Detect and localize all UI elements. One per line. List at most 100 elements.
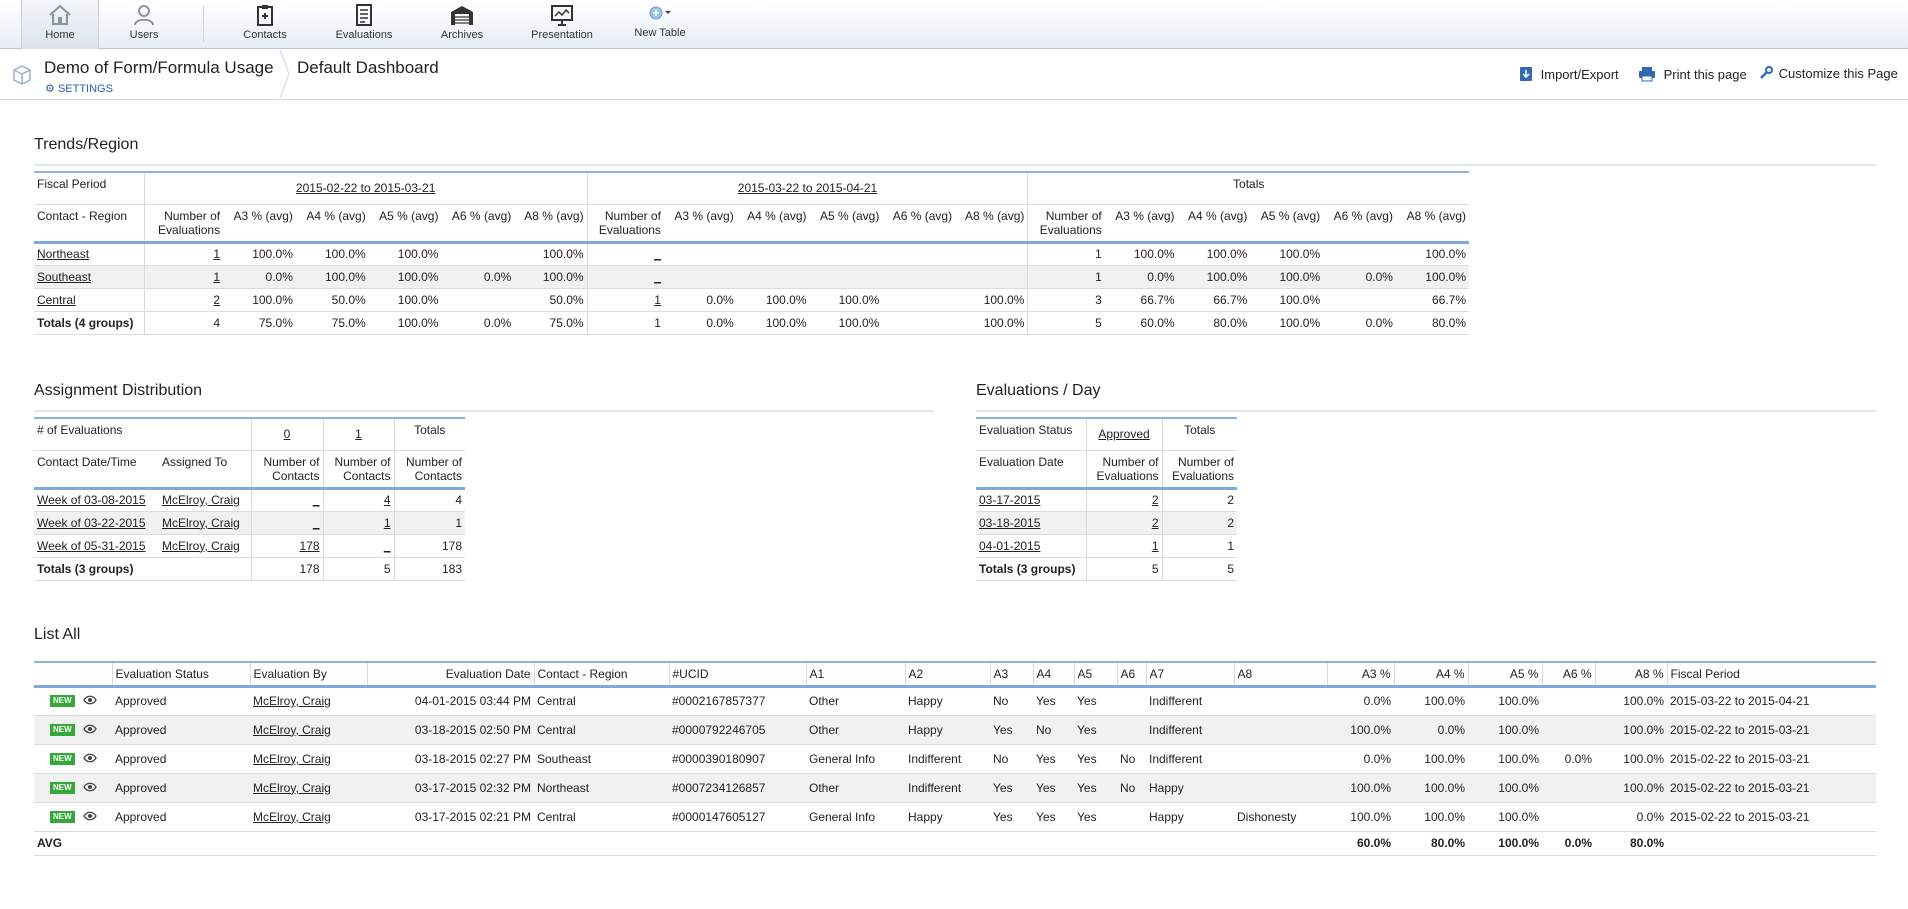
region-cell[interactable]: Northeast [34, 242, 144, 265]
count-cell[interactable]: 178 [250, 534, 323, 557]
week-link[interactable]: Week of 03-08-2015 [37, 493, 146, 507]
view-eye-icon[interactable] [82, 781, 97, 795]
count-cell[interactable]: 2 [1085, 511, 1162, 534]
trends-cell[interactable]: 2 [143, 288, 224, 311]
evaluator-link[interactable]: McElroy, Craig [253, 723, 331, 737]
list-col-header[interactable]: Contact - Region [533, 662, 669, 686]
view-eye-icon[interactable] [82, 694, 97, 708]
trends-cell[interactable]: 1 [143, 265, 224, 288]
date-cell[interactable]: 04-01-2015 [976, 534, 1086, 557]
settings-link[interactable]: ⚙ SETTINGS [45, 82, 113, 95]
date-link[interactable]: 03-17-2015 [979, 493, 1040, 507]
count-link[interactable]: _ [313, 493, 320, 507]
list-col-header[interactable]: A6 % [1541, 662, 1595, 686]
date-link[interactable]: 03-18-2015 [979, 516, 1040, 530]
list-col-header[interactable]: Evaluation By [249, 662, 367, 686]
region-cell[interactable]: Southeast [34, 265, 144, 288]
list-col-header[interactable]: A3 % [1326, 662, 1394, 686]
count-cell[interactable]: 1 [1085, 534, 1162, 557]
evaluator-link[interactable]: McElroy, Craig [253, 752, 331, 766]
list-col-header[interactable]: #UCID [668, 662, 806, 686]
list-col-header[interactable]: A8 [1233, 662, 1327, 686]
assigned-cell[interactable]: McElroy, Craig [159, 488, 251, 511]
trends-cell[interactable]: _ [586, 242, 664, 265]
list-cell[interactable]: McElroy, Craig [250, 744, 367, 773]
list-col-header[interactable]: A5 % [1467, 662, 1542, 686]
list-col-header[interactable]: Fiscal Period [1666, 662, 1876, 686]
assignee-link[interactable]: McElroy, Craig [162, 493, 240, 507]
count-link[interactable]: _ [313, 516, 320, 530]
list-col-header[interactable]: Evaluation Date [366, 662, 534, 686]
list-cell[interactable]: McElroy, Craig [250, 802, 367, 831]
count-link[interactable]: 1 [384, 516, 391, 530]
region-link[interactable]: Southeast [37, 270, 91, 284]
nav-evaluations[interactable]: Evaluations [323, 0, 405, 49]
assigned-cell[interactable]: McElroy, Craig [159, 534, 251, 557]
list-col-header[interactable]: A8 % [1594, 662, 1667, 686]
list-col-header[interactable]: A4 [1032, 662, 1074, 686]
eval-count-link[interactable]: 1 [213, 270, 220, 284]
date-cell[interactable]: 03-18-2015 [976, 511, 1086, 534]
eval-count-link[interactable]: 1 [654, 293, 661, 307]
approved-link[interactable]: Approved [1098, 427, 1149, 441]
list-col-header[interactable]: A3 [989, 662, 1033, 686]
evaluator-link[interactable]: McElroy, Craig [253, 781, 331, 795]
week-link[interactable]: Week of 03-22-2015 [37, 516, 146, 530]
period2-link[interactable]: 2015-03-22 to 2015-04-21 [738, 181, 877, 195]
count-link[interactable]: _ [384, 539, 391, 553]
nav-presentation[interactable]: Presentation [520, 0, 604, 49]
count-cell[interactable]: 2 [1085, 488, 1162, 511]
eval-count-link[interactable]: _ [654, 247, 661, 261]
list-cell[interactable]: McElroy, Craig [250, 773, 367, 802]
region-link[interactable]: Central [37, 293, 76, 307]
list-col-header[interactable]: A1 [805, 662, 905, 686]
region-cell[interactable]: Central [34, 288, 144, 311]
list-col-header[interactable]: Evaluation Status [111, 662, 250, 686]
trends-cell[interactable]: 1 [586, 288, 664, 311]
eval-count-link[interactable]: _ [654, 270, 661, 284]
count-1-link[interactable]: 1 [355, 427, 362, 441]
period1-link[interactable]: 2015-02-22 to 2015-03-21 [296, 181, 435, 195]
period1-header[interactable]: 2015-02-22 to 2015-03-21 [143, 172, 588, 204]
date-link[interactable]: 04-01-2015 [979, 539, 1040, 553]
view-eye-icon[interactable] [82, 810, 97, 824]
assignee-link[interactable]: McElroy, Craig [162, 539, 240, 553]
nav-home[interactable]: Home [21, 0, 99, 49]
date-cell[interactable]: Week of 03-22-2015 [34, 511, 159, 534]
trends-cell[interactable]: _ [586, 265, 664, 288]
view-eye-icon[interactable] [82, 752, 97, 766]
region-link[interactable]: Northeast [37, 247, 89, 261]
trends-cell[interactable]: 1 [143, 242, 224, 265]
count-cell[interactable]: _ [250, 488, 323, 511]
count-cell[interactable]: 1 [322, 511, 394, 534]
evaluator-link[interactable]: McElroy, Craig [253, 810, 331, 824]
list-col-header[interactable]: A4 % [1393, 662, 1468, 686]
view-eye-icon[interactable] [82, 723, 97, 737]
print-button[interactable]: Print this page [1638, 66, 1747, 82]
count-link[interactable]: 178 [299, 539, 319, 553]
list-cell[interactable]: McElroy, Craig [250, 686, 367, 715]
assigned-cell[interactable]: McElroy, Craig [159, 511, 251, 534]
count-0-link[interactable]: 0 [284, 427, 291, 441]
date-cell[interactable]: Week of 03-08-2015 [34, 488, 159, 511]
nav-contacts[interactable]: Contacts [225, 0, 305, 49]
date-cell[interactable]: Week of 05-31-2015 [34, 534, 159, 557]
date-cell[interactable]: 03-17-2015 [976, 488, 1086, 511]
count-link[interactable]: 2 [1152, 493, 1159, 507]
list-col-header[interactable]: A7 [1145, 662, 1234, 686]
nav-archives[interactable]: Archives [424, 0, 500, 49]
list-cell[interactable]: McElroy, Craig [250, 715, 367, 744]
count-cell[interactable]: _ [250, 511, 323, 534]
evaluator-link[interactable]: McElroy, Craig [253, 694, 331, 708]
eval-count-link[interactable]: 1 [213, 247, 220, 261]
list-col-header[interactable]: A6 [1116, 662, 1146, 686]
count-link[interactable]: 4 [384, 493, 391, 507]
count-cell[interactable]: _ [322, 534, 394, 557]
period2-header[interactable]: 2015-03-22 to 2015-04-21 [586, 172, 1028, 204]
list-col-header[interactable]: A5 [1073, 662, 1117, 686]
customize-button[interactable]: Customize this Page [1759, 66, 1898, 81]
week-link[interactable]: Week of 05-31-2015 [37, 539, 146, 553]
nav-users[interactable]: Users [104, 0, 184, 49]
list-col-header[interactable]: A2 [904, 662, 990, 686]
count-link[interactable]: 1 [1152, 539, 1159, 553]
